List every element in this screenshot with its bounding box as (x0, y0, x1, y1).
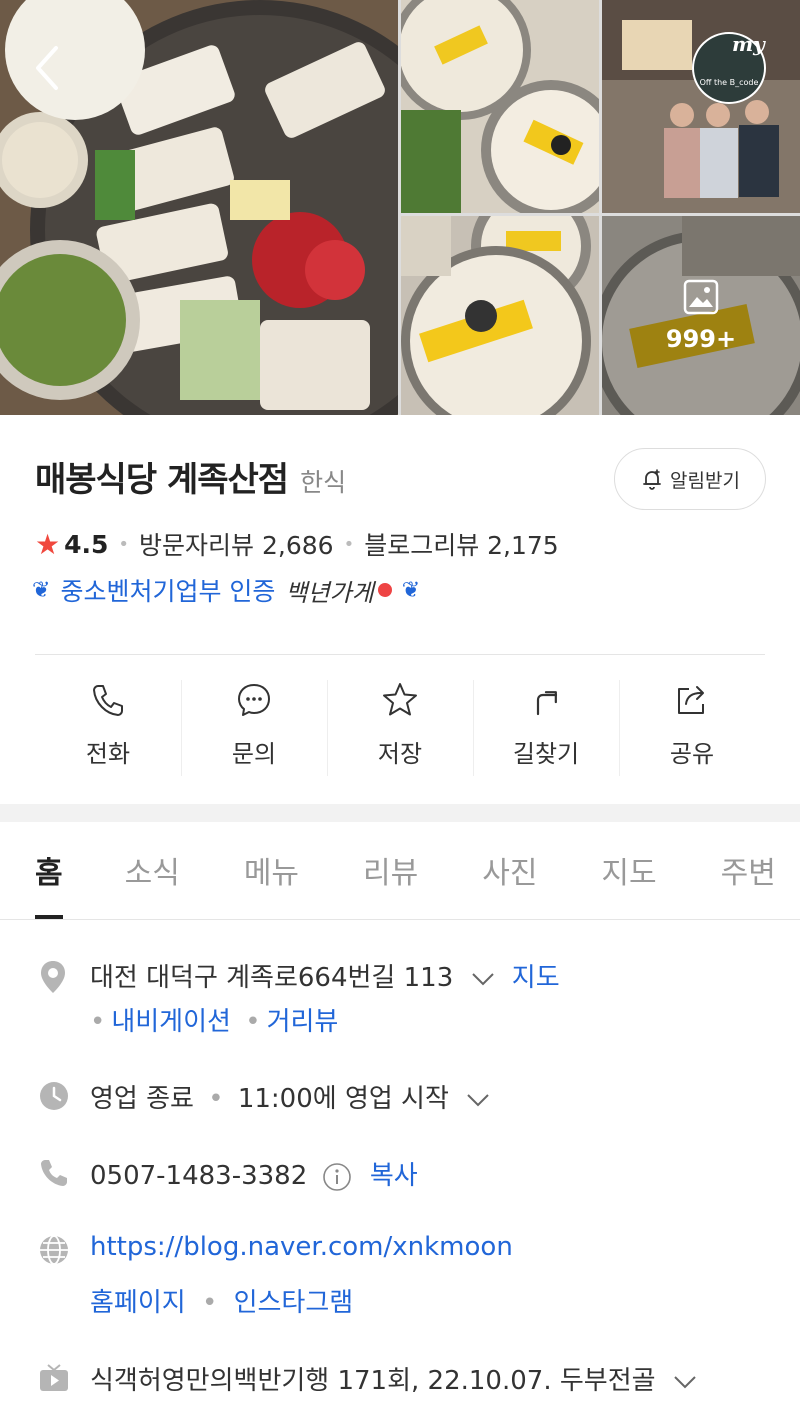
back-button[interactable] (22, 40, 72, 96)
info-icon[interactable] (322, 1162, 352, 1192)
chevron-down-icon[interactable] (465, 1092, 491, 1108)
star-outline-icon (383, 683, 417, 716)
hours-row[interactable]: 영업 종료 • 11:00에 영업 시작 (0, 1078, 800, 1118)
clock-icon (40, 1082, 68, 1110)
hundred-year-store-logo-icon (377, 583, 392, 597)
navigation-link[interactable]: 내비게이션 (111, 1007, 231, 1037)
inquiry-button[interactable]: 문의 (181, 680, 327, 776)
blog-reviews-link[interactable]: 블로그리뷰 2,175 (364, 526, 559, 562)
chevron-down-icon[interactable] (672, 1374, 698, 1390)
phone-icon (93, 685, 123, 716)
store-category: 한식 (300, 468, 347, 497)
tab-menu[interactable]: 메뉴 (244, 822, 299, 919)
rating-value: 4.5 (64, 529, 109, 559)
tab-news[interactable]: 소식 (125, 822, 180, 919)
badge-my-label: my (732, 32, 765, 56)
homepage-link[interactable]: 홈페이지 (90, 1288, 186, 1318)
share-label: 공유 (669, 740, 715, 768)
chevron-down-icon[interactable] (470, 971, 496, 987)
photo-count: 999+ (665, 324, 737, 353)
phone-solid-icon (41, 1160, 67, 1186)
notify-button[interactable]: 알림받기 (614, 448, 766, 510)
tv-icon (40, 1364, 68, 1391)
chat-icon (238, 684, 270, 716)
tab-nearby[interactable]: 주변 (721, 822, 776, 919)
tab-photo[interactable]: 사진 (482, 822, 537, 919)
share-icon (678, 686, 704, 714)
star-icon: ★ (35, 527, 61, 561)
tv-appearance-row[interactable]: 식객허영만의백반기행 171회, 22.10.07. 두부전골 (0, 1360, 800, 1400)
tab-review[interactable]: 리뷰 (363, 822, 418, 919)
divider (35, 654, 765, 655)
save-button[interactable]: 저장 (327, 680, 473, 776)
street-view-link[interactable]: 거리뷰 (267, 1007, 339, 1037)
hours-next: 11:00에 영업 시작 (237, 1084, 449, 1114)
address-text: 대전 대덕구 계족로664번길 113 (90, 963, 454, 993)
action-bar: 전화 문의 저장 길찾기 공유 (35, 680, 765, 776)
laurel-right-icon: ❦ (401, 577, 421, 603)
map-link[interactable]: 지도 (512, 963, 560, 993)
address-row: 대전 대덕구 계족로664번길 113 지도 • 내비게이션 • 거리뷰 (0, 955, 800, 1045)
notify-label: 알림받기 (670, 469, 740, 492)
globe-icon (40, 1235, 68, 1265)
share-button[interactable]: 공유 (619, 680, 765, 776)
directions-icon (536, 691, 558, 716)
laurel-left-icon: ❦ (32, 577, 51, 603)
call-label: 전화 (85, 740, 131, 768)
tab-bar: 홈 소식 메뉴 리뷰 사진 지도 주변 (0, 822, 800, 920)
badge-sub-label: Off the B_code (699, 78, 759, 87)
tab-home[interactable]: 홈 (35, 822, 63, 919)
directions-label: 길찾기 (512, 740, 580, 768)
phone-number[interactable]: 0507-1483-3382 (90, 1161, 307, 1191)
instagram-link[interactable]: 인스타그램 (234, 1288, 354, 1318)
hours-status: 영업 종료 (90, 1084, 194, 1114)
website-link[interactable]: https://blog.naver.com/xnkmoon (90, 1232, 513, 1262)
channel-badge[interactable]: my Off the B_code (692, 32, 766, 104)
inquiry-label: 문의 (231, 740, 277, 768)
certification-row[interactable]: ❦ 중소벤처기업부 인증 백년가게 ❦ (32, 572, 420, 608)
location-pin-icon (41, 961, 65, 993)
bell-plus-icon (643, 469, 661, 490)
photo-thumb-2[interactable] (602, 0, 800, 213)
rating-row: ★ 4.5 • 방문자리뷰 2,686 • 블로그리뷰 2,175 (35, 526, 559, 562)
tab-map[interactable]: 지도 (601, 822, 656, 919)
chevron-left-icon (36, 46, 58, 90)
store-name: 매봉식당 계족산점 (35, 460, 289, 500)
hundred-year-store-mark: 백년가게 (285, 578, 374, 607)
gallery-icon (683, 279, 719, 314)
call-button[interactable]: 전화 (35, 680, 181, 776)
save-label: 저장 (377, 740, 423, 768)
directions-button[interactable]: 길찾기 (473, 680, 619, 776)
more-photos-overlay[interactable]: 999+ (602, 216, 800, 415)
store-title-row: 매봉식당 계족산점 한식 (35, 452, 346, 501)
copy-button[interactable]: 복사 (370, 1161, 418, 1191)
visitor-reviews-link[interactable]: 방문자리뷰 2,686 (139, 526, 334, 562)
photo-thumb-1[interactable] (401, 0, 599, 213)
website-row: https://blog.naver.com/xnkmoon 홈페이지 • 인스… (0, 1232, 800, 1322)
certification-text: 중소벤처기업부 인증 (60, 577, 276, 606)
tv-appearance-text: 식객허영만의백반기행 171회, 22.10.07. 두부전골 (90, 1366, 656, 1396)
section-gap (0, 804, 800, 822)
photo-gallery[interactable]: 999+ my Off the B_code (0, 0, 800, 415)
phone-row: 0507-1483-3382 복사 (0, 1155, 800, 1195)
photo-thumb-3[interactable] (401, 216, 599, 415)
